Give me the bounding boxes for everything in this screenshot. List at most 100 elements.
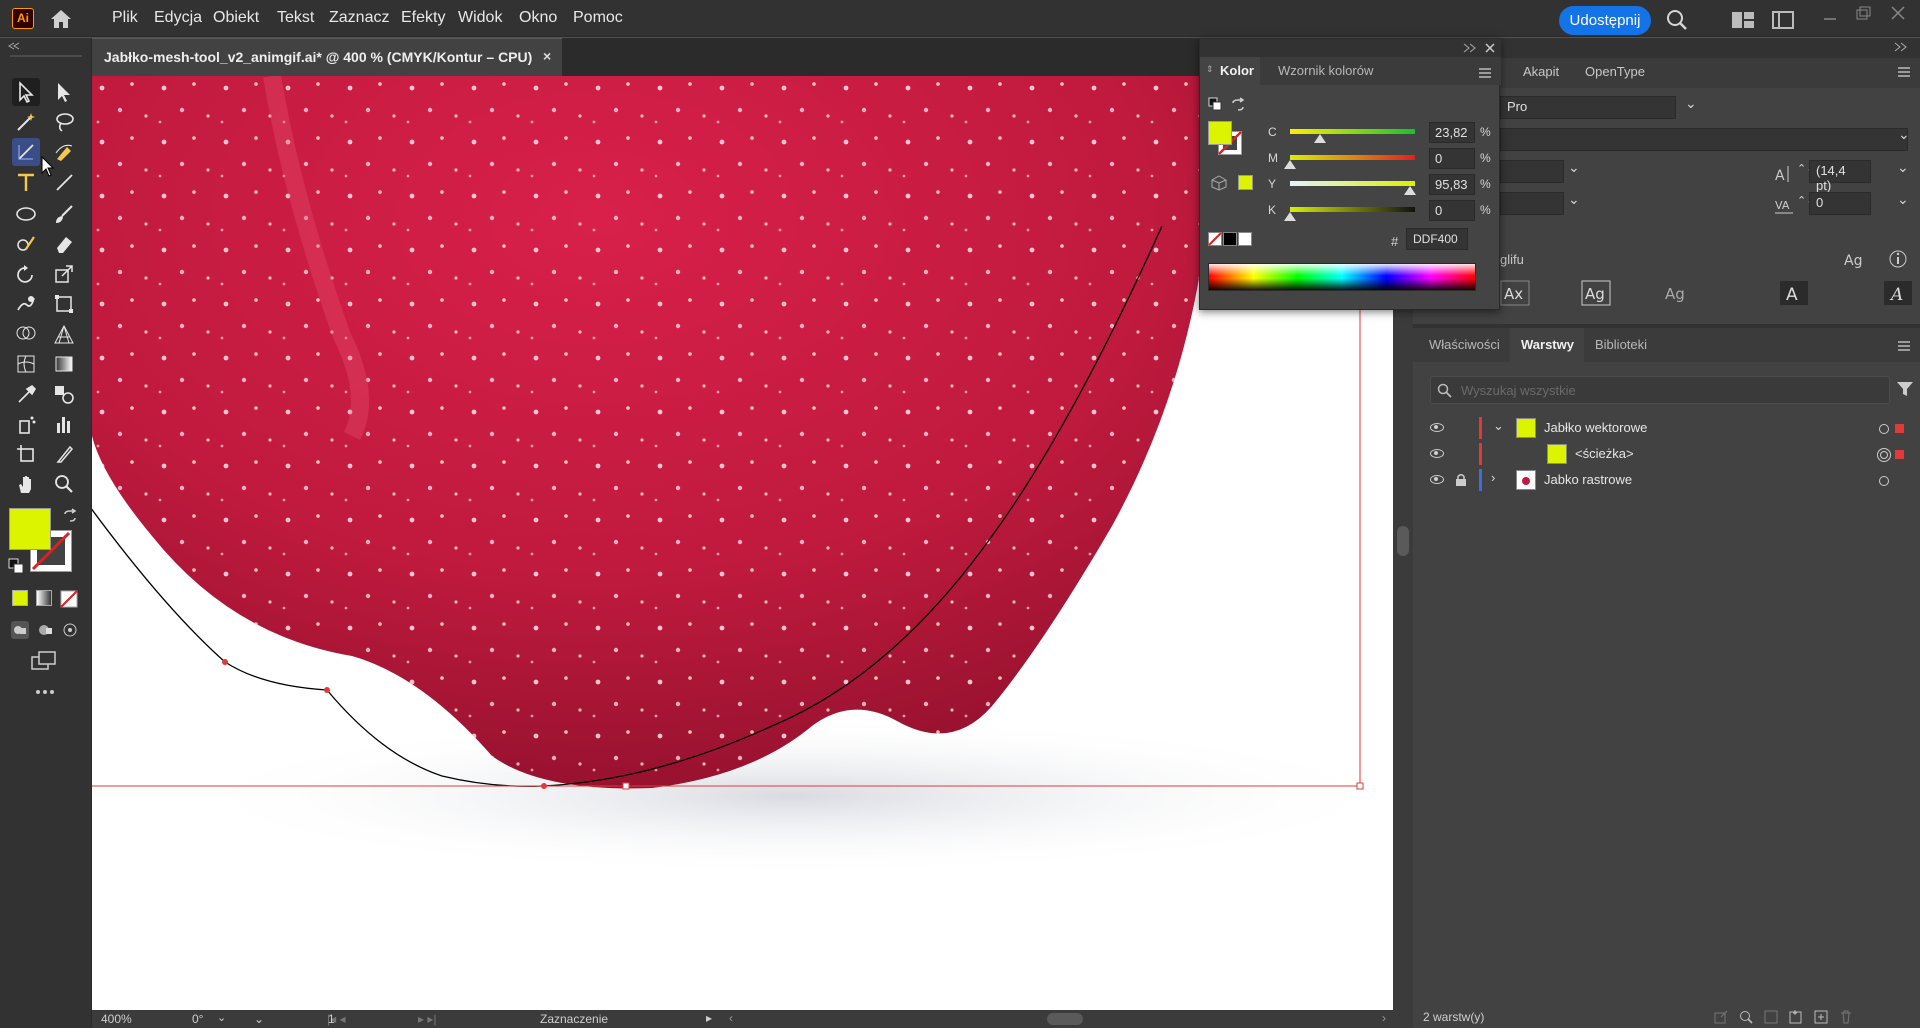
document-tab-close-icon[interactable]: × xyxy=(543,48,551,64)
layer-row-sciezka[interactable]: <ścieżka> xyxy=(1413,441,1920,467)
slider-c-thumb[interactable] xyxy=(1313,134,1326,143)
leading-field[interactable]: (14,4 pt) xyxy=(1809,160,1871,193)
draw-inside-icon[interactable] xyxy=(60,620,80,640)
font-style-dropdown-icon[interactable]: ⌄ xyxy=(1898,126,1910,143)
slider-y-value[interactable]: 95,83 xyxy=(1429,174,1475,195)
direct-selection-tool[interactable] xyxy=(50,78,78,106)
document-tab[interactable]: Jabłko-mesh-tool_v2_animgif.ai* @ 400 % … xyxy=(92,38,562,76)
target-selected-icon[interactable] xyxy=(1876,447,1892,463)
color-mode-button[interactable] xyxy=(12,590,28,606)
layer-row-jabko-rastrowe[interactable]: › Jabko rastrowe xyxy=(1413,467,1920,493)
make-clipping-mask-icon[interactable] xyxy=(1763,1009,1779,1025)
kerning-dropdown-icon[interactable]: ⌄ xyxy=(1568,191,1580,208)
menu-efekty[interactable]: Efekty xyxy=(401,9,445,27)
column-graph-tool[interactable] xyxy=(50,410,78,438)
rotation-dropdown-icon[interactable]: ⌄ xyxy=(254,1012,264,1026)
scale-tool[interactable] xyxy=(50,260,78,288)
next-artboard-icon[interactable]: ▸ ▸| xyxy=(418,1012,437,1026)
filter-icon[interactable] xyxy=(1896,380,1914,398)
tab-warstwy[interactable]: Warstwy xyxy=(1510,328,1584,362)
slider-m-thumb[interactable] xyxy=(1284,160,1296,169)
warp-tool[interactable] xyxy=(12,290,40,318)
artboard-canvas[interactable] xyxy=(92,76,1393,1010)
hscroll-left-icon[interactable]: ‹ xyxy=(729,1011,733,1025)
shaper-tool[interactable] xyxy=(12,230,40,258)
glyph-option-5-icon[interactable]: A xyxy=(1883,280,1913,306)
tab-akapit[interactable]: Akapit xyxy=(1523,64,1559,79)
draw-behind-icon[interactable] xyxy=(36,620,56,640)
default-colors-icon[interactable] xyxy=(1208,97,1222,111)
zoom-level[interactable]: 400% xyxy=(101,1012,132,1026)
color-panel-fill-swatch[interactable] xyxy=(1208,121,1232,145)
tracking-field[interactable]: 0 xyxy=(1809,192,1871,215)
export-assets-icon[interactable] xyxy=(1713,1009,1729,1025)
status-menu-icon[interactable]: ▸ xyxy=(706,1011,712,1025)
arrange-documents-icon[interactable] xyxy=(1731,11,1755,29)
slider-c-track[interactable] xyxy=(1290,129,1415,134)
target-circle-icon[interactable] xyxy=(1878,475,1890,487)
glyph-snap-icon[interactable]: Ag xyxy=(1843,249,1865,269)
collapse-toolbar-icon[interactable] xyxy=(8,42,20,50)
tab-biblioteki[interactable]: Biblioteki xyxy=(1595,337,1647,352)
zoom-dropdown-icon[interactable]: ⌄ xyxy=(217,1011,226,1024)
black-color-button[interactable] xyxy=(1223,232,1237,246)
layer-name[interactable]: Jabko rastrowe xyxy=(1544,472,1632,487)
visibility-eye-icon[interactable] xyxy=(1430,475,1444,484)
char-panel-menu-icon[interactable] xyxy=(1897,66,1911,78)
kerning-field[interactable] xyxy=(1500,192,1564,215)
closest-color-swatch[interactable] xyxy=(1238,175,1253,190)
ellipse-tool[interactable] xyxy=(12,200,40,228)
glyph-option-3-icon[interactable]: Ag xyxy=(1661,280,1691,306)
rotation-value[interactable]: 0° xyxy=(192,1012,203,1026)
share-button[interactable]: Udostępnij xyxy=(1559,6,1651,35)
restore-icon[interactable] xyxy=(1855,5,1873,21)
layer-name[interactable]: Jabłko wektorowe xyxy=(1544,420,1647,435)
layer-row-jablko-wektorowe[interactable]: ⌄ Jabłko wektorowe xyxy=(1413,415,1920,441)
menu-edycja[interactable]: Edycja xyxy=(154,9,202,27)
path-name[interactable]: <ścieżka> xyxy=(1575,446,1634,461)
slider-k-thumb[interactable] xyxy=(1284,212,1296,221)
color-spectrum[interactable] xyxy=(1208,263,1476,291)
swap-fill-stroke-icon[interactable] xyxy=(62,508,78,524)
default-fill-stroke-icon[interactable] xyxy=(8,558,24,574)
tab-opentype[interactable]: OpenType xyxy=(1585,64,1645,79)
tab-kolor[interactable]: ⇕ Kolor xyxy=(1200,57,1260,85)
slider-y-thumb[interactable] xyxy=(1403,186,1416,195)
font-family-dropdown-icon[interactable]: ⌄ xyxy=(1685,95,1697,112)
visibility-eye-icon[interactable] xyxy=(1430,449,1444,458)
menu-zaznacz[interactable]: Zaznacz xyxy=(329,9,389,27)
glyph-option-2-icon[interactable]: Ag xyxy=(1581,280,1611,306)
line-tool[interactable] xyxy=(50,168,78,196)
edit-toolbar-icon[interactable] xyxy=(34,688,56,696)
color-panel-close-icon[interactable] xyxy=(1484,42,1496,54)
close-icon[interactable] xyxy=(1890,5,1906,21)
pen-tool[interactable] xyxy=(12,138,40,166)
menu-plik[interactable]: Plik xyxy=(112,9,138,27)
search-icon[interactable] xyxy=(1666,9,1688,31)
slider-m-track[interactable] xyxy=(1290,155,1415,160)
eyedropper-tool[interactable] xyxy=(12,380,40,408)
rotate-tool[interactable] xyxy=(12,260,40,288)
locate-object-icon[interactable] xyxy=(1738,1009,1754,1025)
vertical-scroll-thumb[interactable] xyxy=(1397,526,1409,556)
home-icon[interactable] xyxy=(48,8,74,30)
layers-scrollbar[interactable] xyxy=(1897,590,1917,1006)
glyph-option-1-icon[interactable]: Ax xyxy=(1500,280,1530,306)
gradient-tool[interactable] xyxy=(50,350,78,378)
eraser-tool[interactable] xyxy=(50,230,78,258)
artboard-tool[interactable] xyxy=(12,440,40,468)
delete-layer-icon[interactable] xyxy=(1838,1009,1854,1025)
glyph-option-4-icon[interactable]: A xyxy=(1779,280,1809,306)
selection-indicator[interactable] xyxy=(1895,424,1904,433)
perspective-grid-tool[interactable] xyxy=(50,320,78,348)
zoom-tool[interactable] xyxy=(50,470,78,498)
menu-obiekt[interactable]: Obiekt xyxy=(213,9,259,27)
menu-okno[interactable]: Okno xyxy=(519,9,557,27)
paintbrush-tool[interactable] xyxy=(50,200,78,228)
dock-collapse-icon[interactable] xyxy=(1894,42,1908,52)
lasso-tool[interactable] xyxy=(50,108,78,136)
layers-search-input[interactable]: Wyszukaj wszystkie xyxy=(1430,376,1890,404)
mesh-tool[interactable] xyxy=(12,350,40,378)
visibility-eye-icon[interactable] xyxy=(1430,423,1444,432)
tracking-dropdown-icon[interactable]: ⌄ xyxy=(1897,191,1909,208)
